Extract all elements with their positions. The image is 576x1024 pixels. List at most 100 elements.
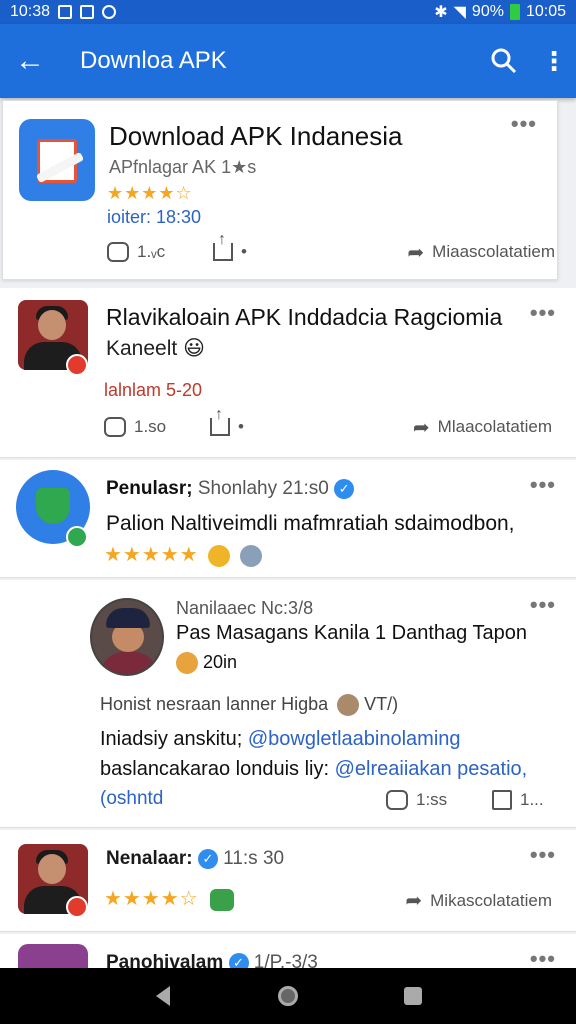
back-arrow-icon: ← (15, 44, 45, 77)
avatar[interactable] (18, 944, 88, 968)
app-card[interactable]: Download APK Indanesia APfnlagar AK 1★s … (2, 100, 558, 280)
post-time: 11:s 30 (223, 848, 285, 869)
page-title: Downloa APK (80, 47, 227, 74)
post-card[interactable]: Nenalaar: ✓ 11:s 30 ★★★★☆ ••• ➦ Mikascol… (0, 830, 576, 932)
share-icon (210, 406, 230, 436)
post-title: Pas Masagans Kanila 1 Danthag Tapon (176, 622, 527, 644)
status-time-left: 10:38 (10, 3, 51, 20)
rating-row: ★★★★☆ (104, 886, 235, 911)
post-header: Panohivalam ✓ 1/P.-3/3 (106, 952, 318, 968)
vertical-dots-icon: ⋮ (541, 45, 567, 76)
post-card[interactable]: Penulasr; Shonlahy 21:s0 ✓ Palion Naltiv… (0, 460, 576, 578)
comment-button[interactable]: 1.ᵥc (107, 242, 165, 262)
post-line: baslancakarao londuis liy: @elreaiiakan … (100, 758, 528, 780)
system-nav-bar (0, 968, 576, 1024)
comment-count: 1:ss (416, 790, 448, 809)
forward-arrow-icon: ➦ (405, 890, 423, 912)
app-bar: ← Downloa APK ⋮ (0, 24, 576, 98)
status-time-right: 10:05 (525, 3, 566, 20)
rating-stars: ★★★★★ (104, 544, 199, 566)
badge-icon (66, 354, 88, 376)
back-button[interactable]: ← (0, 24, 60, 98)
card-actions: 1.ᵥc • ➦ Miaascolatatiem (107, 231, 563, 267)
home-circle-icon (277, 986, 298, 1006)
post-line: Iniadsiy anskitu; @bowgletlaabinolaming (100, 728, 461, 750)
bluetooth-icon: ✱ (434, 4, 448, 21)
recommend-button[interactable]: ➦ Mlaacolatatiem (413, 415, 552, 440)
face-emoji-icon (337, 694, 360, 717)
rating-stars: ★★★★☆ (104, 888, 199, 910)
comment-button[interactable]: 1:ss (386, 790, 447, 810)
nav-home-button[interactable] (276, 984, 300, 1008)
card-menu-button[interactable]: ••• (530, 842, 556, 868)
avatar[interactable] (90, 598, 164, 676)
author-name[interactable]: Penulasr; (106, 478, 193, 499)
post-line-link[interactable]: (oshntd (100, 788, 163, 810)
post-time: 1/P.-3/3 (253, 952, 318, 968)
emoji-icon (176, 652, 198, 675)
recommend-label: Mikascolatatiem (430, 890, 552, 910)
share-button[interactable]: • (213, 231, 247, 262)
nav-back-button[interactable] (151, 984, 175, 1008)
emoji-icon (208, 544, 231, 567)
post-date: lalnlam 5-20 (104, 380, 203, 400)
author-name[interactable]: Nanilaaec Nc:3/8 (176, 598, 313, 619)
comment-icon (104, 417, 126, 437)
post-header: Nenalaar: ✓ 11:s 30 (106, 848, 284, 870)
author-name[interactable]: Panohivalam (106, 952, 223, 968)
app-title[interactable]: Download APK Indanesia (109, 121, 402, 152)
mention-link[interactable]: @elreaiiakan pesatio, (335, 758, 528, 780)
mention-link[interactable]: @bowgletlaabinolaming (248, 728, 461, 750)
card-menu-button[interactable]: ••• (530, 300, 556, 326)
message-notification-icon (80, 5, 95, 19)
comment-count: 1.ᵥc (137, 242, 166, 261)
wifi-icon: ◥ (453, 4, 466, 21)
post-text: Palion Naltiveimdli mafmratiah sdaimodbo… (106, 512, 515, 535)
gift-icon (210, 888, 235, 911)
rating-row: ★★★★★ (104, 542, 262, 567)
post-card[interactable]: Rlavikaloain APK Inddadcia Ragciomia Kan… (0, 288, 576, 458)
verified-badge-icon (66, 526, 88, 548)
comment-icon (107, 242, 129, 262)
nav-recents-button[interactable] (401, 984, 425, 1008)
badge-icon (66, 896, 88, 918)
post-title[interactable]: Rlavikaloain APK Inddadcia Ragciomia (106, 304, 502, 331)
avatar-emoji-icon (239, 544, 262, 567)
rating-stars: ★★★★☆ (107, 183, 193, 203)
share-button[interactable]: • (210, 406, 244, 437)
app-icon[interactable] (19, 119, 95, 201)
forward-arrow-icon: ➦ (407, 241, 425, 264)
back-triangle-icon (155, 986, 170, 1006)
recommend-button[interactable]: ➦ Mikascolatatiem (405, 888, 552, 913)
post-time: 20in (176, 652, 237, 675)
app-notification-icon (102, 5, 117, 19)
recommend-button[interactable]: ➦ Miaascolatatiem (407, 240, 555, 265)
post-header: Penulasr; Shonlahy 21:s0 ✓ (106, 478, 355, 500)
share-icon (213, 231, 233, 261)
forward-arrow-icon: ➦ (412, 416, 430, 439)
battery-icon (509, 4, 520, 20)
post-card[interactable]: Panohivalam ✓ 1/P.-3/3 ••• (0, 934, 576, 968)
feed-list[interactable]: Download APK Indanesia APfnlagar AK 1★s … (0, 100, 576, 968)
post-line: Honist nesraan lanner Higba VT/) (100, 694, 398, 717)
comment-count: 1.so (134, 417, 167, 436)
edit-icon (492, 790, 512, 810)
card-menu-button[interactable]: ••• (511, 111, 537, 137)
card-menu-button[interactable]: ••• (530, 592, 556, 618)
card-menu-button[interactable]: ••• (530, 946, 556, 968)
search-button[interactable] (476, 24, 532, 98)
edit-button[interactable]: 1... (492, 790, 544, 810)
verified-icon: ✓ (334, 478, 355, 499)
comment-button[interactable]: 1.so (104, 417, 166, 437)
recommend-label: Mlaacolatatiem (437, 417, 552, 436)
card-menu-button[interactable]: ••• (530, 472, 556, 498)
author-name[interactable]: Nenalaar: (106, 848, 193, 869)
post-card[interactable]: Nanilaaec Nc:3/8 Pas Masagans Kanila 1 D… (0, 580, 576, 828)
shield-check-icon (36, 488, 70, 524)
card-actions: 1.so • ➦ Mlaacolatatiem (104, 406, 560, 442)
comment-icon (386, 790, 408, 810)
more-options-button[interactable]: ⋮ (532, 24, 576, 98)
app-subtitle: APfnlagar AK 1★s (109, 157, 257, 177)
post-subtitle: Kaneelt 😃 (106, 337, 205, 360)
verified-icon: ✓ (197, 848, 218, 869)
